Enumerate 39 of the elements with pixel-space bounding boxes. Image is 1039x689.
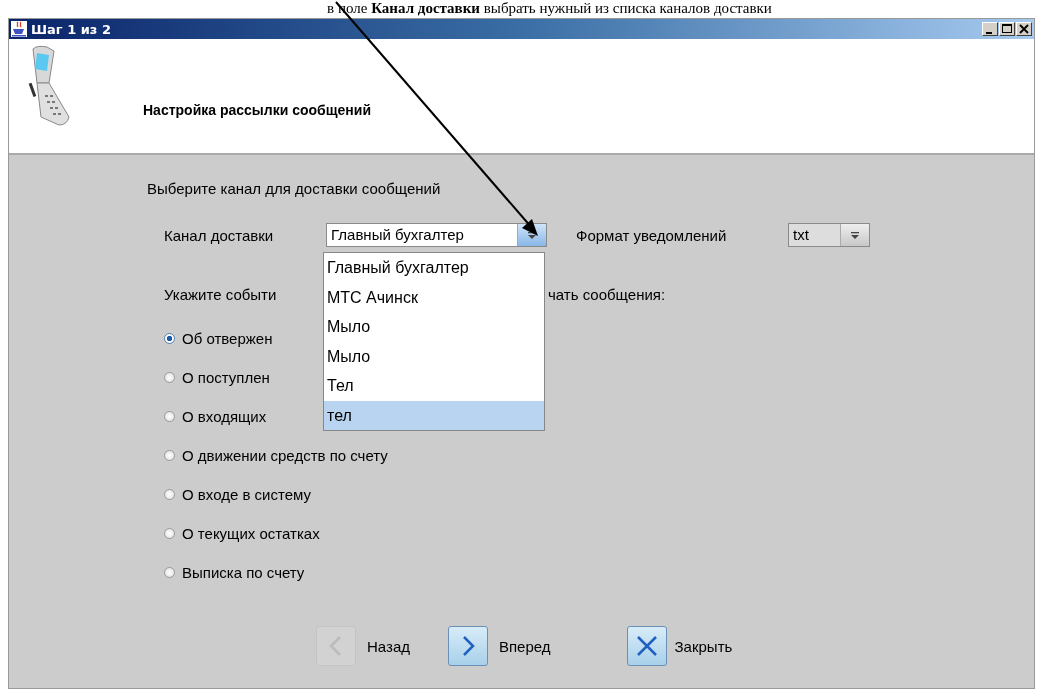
events-prompt: Укажите событи (164, 285, 277, 305)
channel-prompt: Выберите канал для доставки сообщений (147, 179, 442, 199)
maximize-icon (1002, 24, 1012, 34)
radio-icon[interactable] (164, 371, 175, 383)
coffee-cup-icon (11, 21, 27, 37)
close-icon (1019, 24, 1029, 34)
radio-icon[interactable] (164, 488, 175, 500)
event-radio[interactable]: О текущих остатках (164, 523, 320, 543)
channel-option[interactable]: Мыло (324, 341, 544, 371)
window-title: Шаг 1 из 2 (31, 21, 111, 37)
channel-option[interactable]: Мыло (324, 312, 544, 342)
radio-icon[interactable] (164, 527, 175, 539)
format-dropdown[interactable]: txt (788, 223, 870, 247)
event-radio[interactable]: О входящих (164, 406, 267, 426)
channel-label: Канал доставки (164, 226, 275, 244)
header-title: Настройка рассылки сообщений (143, 102, 371, 118)
close-button[interactable]: Закрыть (626, 626, 733, 666)
radio-icon[interactable] (164, 449, 175, 461)
events-prompt: чать сообщения: (548, 285, 666, 305)
channel-option[interactable]: Тел (324, 371, 544, 401)
event-radio[interactable]: О входе в систему (164, 484, 311, 504)
radio-icon[interactable] (164, 332, 175, 344)
event-radio[interactable]: Об отвержен (164, 328, 273, 348)
event-radio[interactable]: О поступлен (164, 367, 270, 387)
format-label: Формат уведомлений (576, 226, 728, 244)
channel-dropdown[interactable]: Главный бухгалтер (326, 223, 547, 247)
maximize-button[interactable] (999, 22, 1015, 36)
close-button[interactable] (1016, 22, 1032, 36)
minimize-button[interactable] (982, 22, 998, 36)
radio-icon[interactable] (164, 410, 175, 422)
next-button[interactable]: Вперед (448, 626, 551, 666)
radio-icon[interactable] (164, 566, 175, 578)
event-radio[interactable]: Выписка по счету (164, 562, 305, 582)
minimize-icon (986, 31, 992, 34)
channel-option[interactable]: МТС Ачинск (324, 282, 544, 312)
channel-option[interactable]: тел (324, 400, 544, 430)
channel-option[interactable]: Главный бухгалтер (324, 253, 544, 283)
close-icon (634, 634, 659, 658)
event-radio[interactable]: О движении средств по счету (164, 445, 388, 465)
